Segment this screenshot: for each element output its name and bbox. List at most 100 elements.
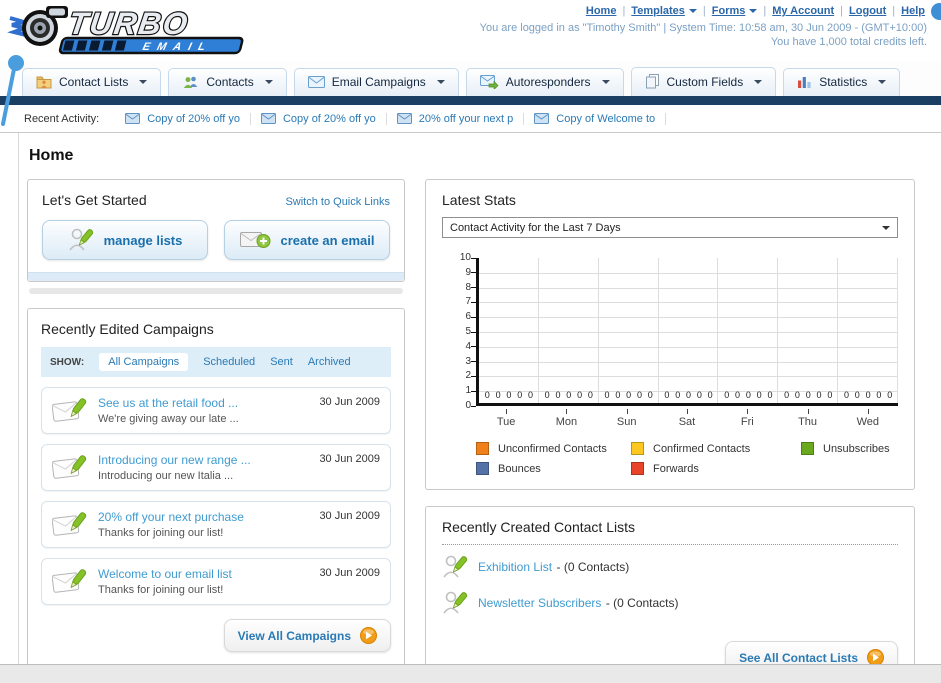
header-link-home[interactable]: Home bbox=[586, 5, 617, 17]
header-link-templates[interactable]: Templates bbox=[631, 5, 697, 17]
data-label: 0 bbox=[604, 390, 610, 400]
right-column: Latest Stats Contact Activity for the La… bbox=[425, 179, 915, 683]
statistics-icon bbox=[797, 75, 812, 89]
logo-title-text: TURBO bbox=[67, 6, 192, 41]
chart-group-tue: 00000 bbox=[479, 258, 539, 403]
data-label: 0 bbox=[615, 390, 621, 400]
contact-list-link[interactable]: Newsletter Subscribers bbox=[478, 596, 601, 610]
person-pencil-icon bbox=[68, 227, 94, 253]
campaign-title-link[interactable]: See us at the retail food ... bbox=[98, 396, 239, 410]
campaign-filters: All Campaigns Scheduled Sent Archived bbox=[99, 353, 351, 371]
person-pencil-icon bbox=[442, 590, 468, 616]
panel-footer-strip bbox=[28, 272, 404, 281]
tab-autoresponders[interactable]: Autoresponders bbox=[465, 68, 624, 96]
envelope-pencil-icon bbox=[52, 396, 88, 424]
x-axis-tick-label: Wed bbox=[838, 409, 898, 428]
view-all-campaigns-button[interactable]: View All Campaigns bbox=[223, 619, 391, 652]
campaign-title-link[interactable]: Introducing our new range ... bbox=[98, 453, 251, 467]
campaign-card[interactable]: Introducing our new range ... Introducing… bbox=[41, 444, 391, 491]
legend-label: Bounces bbox=[498, 462, 541, 475]
mail-icon bbox=[125, 113, 141, 124]
data-label: 0 bbox=[647, 390, 653, 400]
campaign-filter-bar: SHOW: All Campaigns Scheduled Sent Archived bbox=[41, 347, 391, 377]
chevron-down-icon bbox=[264, 80, 273, 84]
panel-shadow bbox=[29, 288, 403, 294]
campaign-date: 30 Jun 2009 bbox=[319, 453, 380, 465]
data-label: 0 bbox=[767, 390, 773, 400]
tab-label: Contact Lists bbox=[59, 75, 129, 89]
filter-all-campaigns[interactable]: All Campaigns bbox=[99, 353, 189, 371]
y-axis-tick bbox=[471, 361, 476, 363]
campaign-title-link[interactable]: Welcome to our email list bbox=[98, 567, 232, 581]
recent-activity-item[interactable]: Copy of 20% off yo bbox=[251, 112, 387, 125]
header-link-my-account[interactable]: My Account bbox=[772, 5, 834, 17]
recent-activity-item[interactable]: Copy of 20% off yo bbox=[115, 112, 251, 125]
data-label: 0 bbox=[544, 390, 550, 400]
tab-custom-fields[interactable]: Custom Fields bbox=[630, 67, 777, 96]
recent-contact-lists-title: Recently Created Contact Lists bbox=[442, 519, 635, 535]
y-axis-tick-label: 7 bbox=[465, 296, 471, 308]
tab-label: Contacts bbox=[206, 75, 254, 89]
data-label: 0 bbox=[784, 390, 790, 400]
filter-sent[interactable]: Sent bbox=[270, 356, 293, 368]
contact-list-link[interactable]: Exhibition List bbox=[478, 560, 552, 574]
manage-lists-button[interactable]: manage lists bbox=[42, 220, 208, 260]
link-separator: | bbox=[892, 5, 896, 17]
campaign-card[interactable]: See us at the retail food ... We're givin… bbox=[41, 387, 391, 434]
tab-label: Custom Fields bbox=[666, 74, 744, 89]
campaign-card[interactable]: 20% off your next purchase Thanks for joi… bbox=[41, 501, 391, 548]
data-label: 0 bbox=[506, 390, 512, 400]
tab-contacts[interactable]: Contacts bbox=[168, 68, 287, 96]
main-navigation-tabs: Contact Lists Contacts Email Campaigns Auto… bbox=[0, 62, 941, 96]
y-axis-tick bbox=[471, 390, 476, 392]
x-axis-tick-label: Mon bbox=[536, 409, 596, 428]
y-axis-tick-label: 2 bbox=[465, 370, 471, 382]
contact-list-items: Exhibition List - (0 Contacts) Newsletter… bbox=[442, 549, 898, 621]
legend-item-unconfirmed-contacts: Unconfirmed Contacts bbox=[476, 442, 631, 455]
header-link-help[interactable]: Help bbox=[901, 5, 925, 17]
tab-label: Email Campaigns bbox=[331, 75, 426, 89]
person-pencil-icon bbox=[442, 554, 468, 580]
data-label: 0 bbox=[865, 390, 871, 400]
legend-label: Unsubscribes bbox=[823, 442, 890, 455]
contact-list-item[interactable]: Newsletter Subscribers - (0 Contacts) bbox=[442, 585, 898, 621]
tab-email-campaigns[interactable]: Email Campaigns bbox=[293, 68, 459, 96]
contact-list-item[interactable]: Exhibition List - (0 Contacts) bbox=[442, 549, 898, 585]
recent-activity-item[interactable]: Copy of Welcome to bbox=[524, 112, 667, 125]
recent-activity-bar: Recent Activity: Copy of 20% off yo Copy … bbox=[0, 105, 941, 133]
mail-icon bbox=[396, 113, 412, 124]
create-email-button[interactable]: create an email bbox=[224, 220, 390, 260]
filter-scheduled[interactable]: Scheduled bbox=[203, 356, 255, 368]
recent-activity-item[interactable]: 20% off your next p bbox=[387, 112, 525, 125]
campaign-card[interactable]: Welcome to our email list Thanks for join… bbox=[41, 558, 391, 605]
stats-period-select[interactable]: Contact Activity for the Last 7 Days bbox=[442, 217, 898, 238]
legend-swatch bbox=[631, 462, 644, 475]
tab-statistics[interactable]: Statistics bbox=[783, 68, 901, 96]
page-title: Home bbox=[29, 147, 74, 164]
mail-icon bbox=[260, 113, 276, 124]
header-link-forms[interactable]: Forms bbox=[712, 5, 758, 17]
data-label: 0 bbox=[696, 390, 702, 400]
x-axis-tick-label: Fri bbox=[717, 409, 777, 428]
recent-campaigns-title: Recently Edited Campaigns bbox=[41, 321, 214, 337]
switch-quick-links-link[interactable]: Switch to Quick Links bbox=[285, 196, 390, 208]
stats-period-value: Contact Activity for the Last 7 Days bbox=[450, 221, 621, 234]
data-label: 0 bbox=[626, 390, 632, 400]
envelope-pencil-icon bbox=[52, 510, 88, 538]
chevron-down-icon bbox=[688, 9, 697, 14]
chart-x-axis-labels: Tue Mon Sun Sat Fri Thu Wed bbox=[476, 409, 898, 428]
latest-stats-title: Latest Stats bbox=[442, 192, 516, 208]
tab-contact-lists[interactable]: Contact Lists bbox=[22, 68, 162, 96]
chart-plot-area: 0 1 2 3 4 5 6 7 8 9 10 0 0 0 0 0 0 0 0 0 0 0 0 0 0 0 0 0 0 0 0 0 0 0 0 0 0 0 0… bbox=[460, 252, 898, 411]
data-label: 0 bbox=[528, 390, 534, 400]
y-axis-tick bbox=[471, 375, 476, 377]
chart-group-sat: 00000 bbox=[659, 258, 719, 403]
y-axis-tick bbox=[471, 316, 476, 318]
header-link-logout[interactable]: Logout bbox=[849, 5, 886, 17]
legend-label: Confirmed Contacts bbox=[653, 442, 751, 455]
data-label: 0 bbox=[843, 390, 849, 400]
filter-archived[interactable]: Archived bbox=[308, 356, 351, 368]
campaign-title-link[interactable]: 20% off your next purchase bbox=[98, 510, 244, 524]
login-status-text: You are logged in as "Timothy Smith" | S… bbox=[479, 22, 927, 34]
y-axis-tick bbox=[471, 272, 476, 274]
